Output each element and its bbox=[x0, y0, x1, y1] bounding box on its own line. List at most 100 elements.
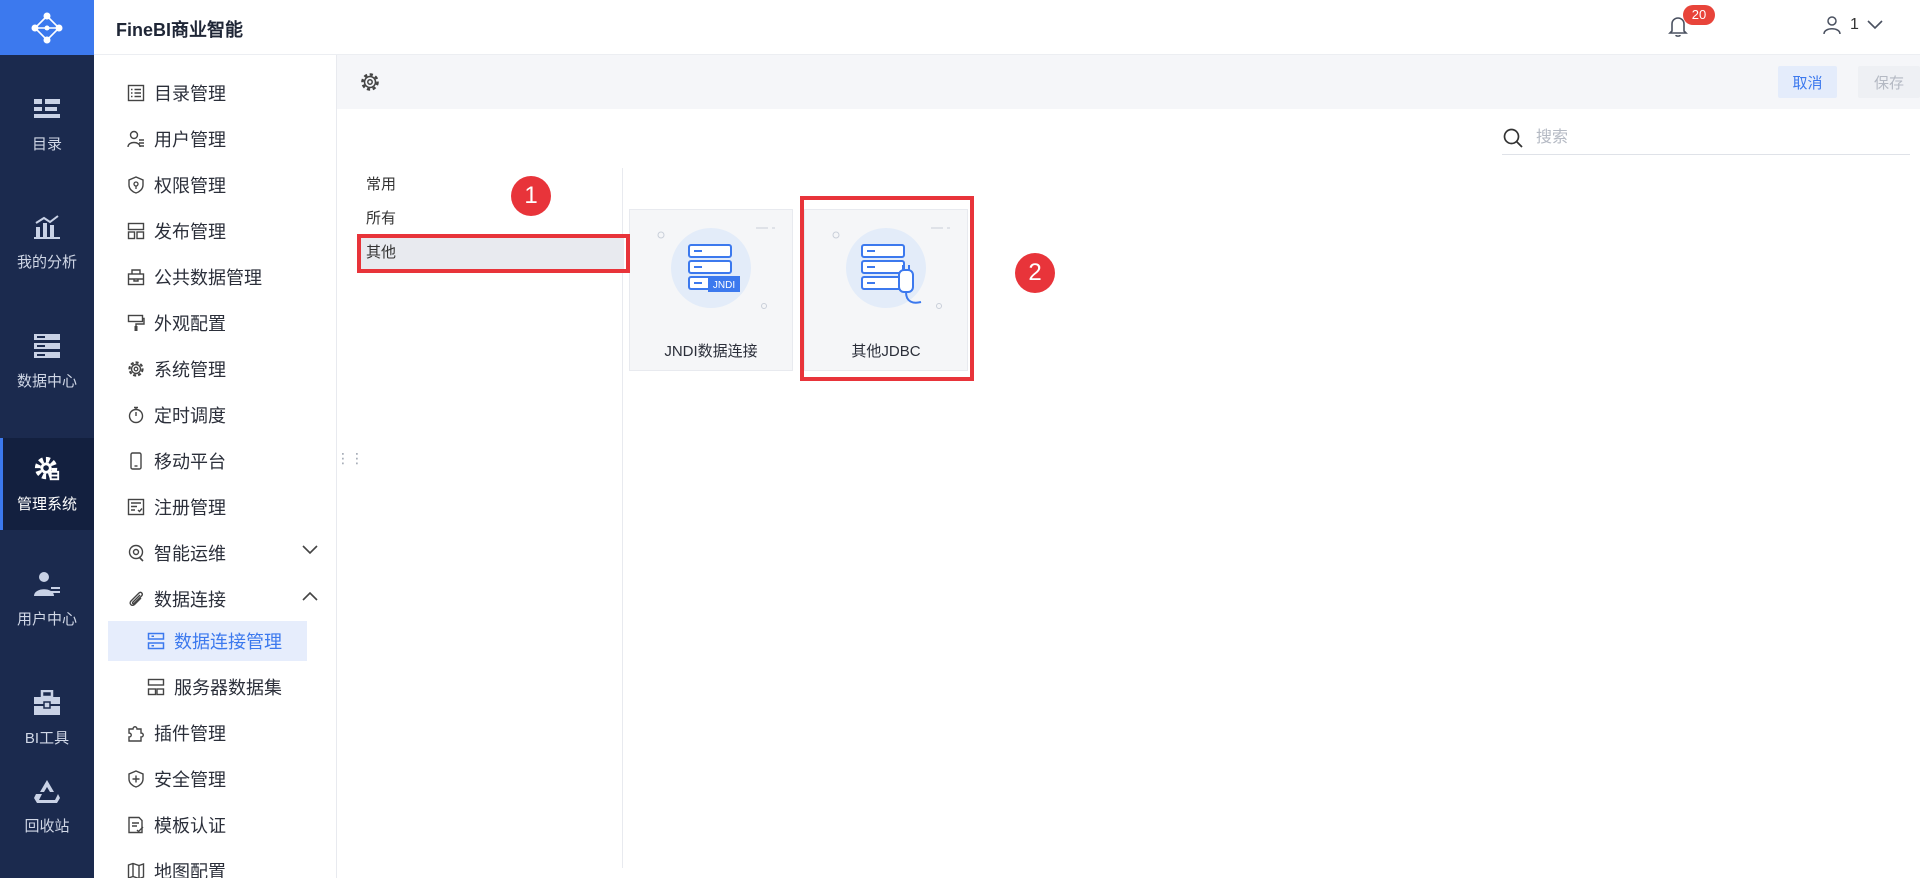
app-logo[interactable] bbox=[0, 0, 94, 55]
menu-item-data-connection[interactable]: 数据连接 bbox=[126, 579, 336, 619]
jndi-badge-text: JNDI bbox=[713, 280, 735, 291]
category-all[interactable]: 所有 bbox=[358, 202, 624, 236]
menu-label: 模板认证 bbox=[154, 816, 226, 836]
timer-icon bbox=[126, 405, 146, 425]
shield-icon bbox=[126, 175, 146, 195]
ops-icon bbox=[126, 543, 146, 563]
admin-gear-icon bbox=[33, 455, 61, 483]
rail-label: BI工具 bbox=[24, 729, 70, 747]
list-icon bbox=[126, 83, 146, 103]
menu-item-smart-ops[interactable]: 智能运维 bbox=[126, 533, 336, 573]
rail-item-my-analysis[interactable]: 我的分析 bbox=[0, 196, 94, 288]
rail-item-user-center[interactable]: 用户中心 bbox=[0, 553, 94, 645]
rail-item-recycle-bin[interactable]: 回收站 bbox=[0, 760, 94, 852]
server-dataset-icon bbox=[146, 677, 166, 697]
chevron-up-icon bbox=[302, 591, 318, 601]
analysis-icon bbox=[33, 213, 61, 241]
menu-label: 安全管理 bbox=[154, 770, 226, 790]
menu-label: 用户管理 bbox=[154, 130, 226, 150]
search-icon bbox=[1503, 128, 1523, 148]
top-header: FineBI商业智能 bbox=[94, 0, 1920, 55]
menu-label: 公共数据管理 bbox=[154, 268, 262, 288]
content-toolbar bbox=[337, 55, 1920, 109]
notification-count-badge: 20 bbox=[1683, 5, 1715, 25]
rail-label: 管理系统 bbox=[16, 495, 77, 513]
jndi-server-icon: JNDI bbox=[657, 227, 775, 309]
publish-icon bbox=[126, 221, 146, 241]
link-icon bbox=[126, 589, 146, 609]
settings-gear-icon[interactable] bbox=[359, 71, 381, 93]
category-divider bbox=[622, 168, 623, 868]
menu-item-server-dataset[interactable]: 服务器数据集 bbox=[146, 667, 336, 707]
menu-item-map-config[interactable]: 地图配置 bbox=[126, 851, 336, 878]
menu-label: 权限管理 bbox=[154, 176, 226, 196]
highlight-box-jdbc-card bbox=[800, 196, 974, 381]
rail-label: 数据中心 bbox=[16, 372, 77, 390]
menu-label: 智能运维 bbox=[154, 544, 226, 564]
highlight-box-category bbox=[357, 234, 630, 273]
admin-submenu: 目录管理 用户管理 权限管理 发布管理 公共数据管理 外观配置 系统管理 定时调… bbox=[94, 55, 337, 878]
panel-resize-handle[interactable]: ⋮⋮ bbox=[336, 451, 364, 465]
user-name: 1 bbox=[1850, 16, 1859, 33]
step-marker-1: 1 bbox=[511, 176, 551, 216]
menu-label: 数据连接管理 bbox=[174, 632, 282, 652]
menu-item-user-mgmt[interactable]: 用户管理 bbox=[126, 119, 336, 159]
map-icon bbox=[126, 861, 146, 878]
menu-item-register-mgmt[interactable]: 注册管理 bbox=[126, 487, 336, 527]
user-icon bbox=[126, 129, 146, 149]
rail-label: 回收站 bbox=[24, 817, 70, 835]
gear-icon bbox=[126, 359, 146, 379]
menu-item-template-cert[interactable]: 模板认证 bbox=[126, 805, 336, 845]
card-label: JNDI数据连接 bbox=[664, 343, 758, 360]
card-jndi-connection[interactable]: JNDI JNDI数据连接 bbox=[629, 209, 793, 371]
menu-item-mobile-platform[interactable]: 移动平台 bbox=[126, 441, 336, 481]
recycle-icon bbox=[33, 777, 61, 805]
menu-label: 注册管理 bbox=[154, 498, 226, 518]
menu-item-security-mgmt[interactable]: 安全管理 bbox=[126, 759, 336, 799]
database-icon bbox=[126, 267, 146, 287]
rail-item-data-center[interactable]: 数据中心 bbox=[0, 315, 94, 407]
menu-item-schedule[interactable]: 定时调度 bbox=[126, 395, 336, 435]
rail-item-bi-tools[interactable]: BI工具 bbox=[0, 672, 94, 764]
menu-item-publish-mgmt[interactable]: 发布管理 bbox=[126, 211, 336, 251]
menu-item-data-connection-mgmt[interactable]: 数据连接管理 bbox=[108, 621, 307, 661]
security-icon bbox=[126, 769, 146, 789]
menu-item-catalog-mgmt[interactable]: 目录管理 bbox=[126, 73, 336, 113]
save-button[interactable]: 保存 bbox=[1858, 66, 1920, 98]
step-marker-2: 2 bbox=[1015, 253, 1055, 293]
app-title: FineBI商业智能 bbox=[116, 20, 244, 40]
chevron-down-icon bbox=[302, 545, 318, 555]
menu-item-permission-mgmt[interactable]: 权限管理 bbox=[126, 165, 336, 205]
register-icon bbox=[126, 497, 146, 517]
search-input[interactable] bbox=[1534, 128, 1878, 148]
menu-label: 目录管理 bbox=[154, 84, 226, 104]
brush-icon bbox=[126, 313, 146, 333]
menu-label: 系统管理 bbox=[154, 360, 226, 380]
rail-label: 用户中心 bbox=[16, 610, 77, 628]
menu-label: 外观配置 bbox=[154, 314, 226, 334]
toolbox-icon bbox=[33, 689, 61, 717]
rail-label: 目录 bbox=[31, 135, 62, 153]
plugin-icon bbox=[126, 723, 146, 743]
user-menu[interactable]: 1 bbox=[1822, 15, 1883, 35]
search-box bbox=[1502, 122, 1910, 155]
rail-item-catalog[interactable]: 目录 bbox=[0, 78, 94, 170]
left-nav-rail: 目录 我的分析 数据中心 管理系统 用户中心 BI工具 回收站 bbox=[0, 0, 94, 878]
menu-label: 地图配置 bbox=[154, 862, 226, 878]
menu-item-plugin-mgmt[interactable]: 插件管理 bbox=[126, 713, 336, 753]
menu-item-system-mgmt[interactable]: 系统管理 bbox=[126, 349, 336, 389]
rail-item-admin-system[interactable]: 管理系统 bbox=[0, 438, 94, 530]
template-icon bbox=[126, 815, 146, 835]
menu-label: 发布管理 bbox=[154, 222, 226, 242]
menu-label: 数据连接 bbox=[154, 590, 226, 610]
rail-label: 我的分析 bbox=[16, 253, 77, 271]
category-common[interactable]: 常用 bbox=[358, 168, 624, 202]
logo-icon bbox=[31, 12, 63, 43]
menu-label: 服务器数据集 bbox=[174, 678, 282, 698]
user-center-icon bbox=[33, 570, 61, 598]
menu-label: 插件管理 bbox=[154, 724, 226, 744]
menu-item-appearance[interactable]: 外观配置 bbox=[126, 303, 336, 343]
cancel-button[interactable]: 取消 bbox=[1778, 66, 1837, 98]
menu-item-public-data-mgmt[interactable]: 公共数据管理 bbox=[126, 257, 336, 297]
chevron-down-icon bbox=[1867, 20, 1883, 30]
